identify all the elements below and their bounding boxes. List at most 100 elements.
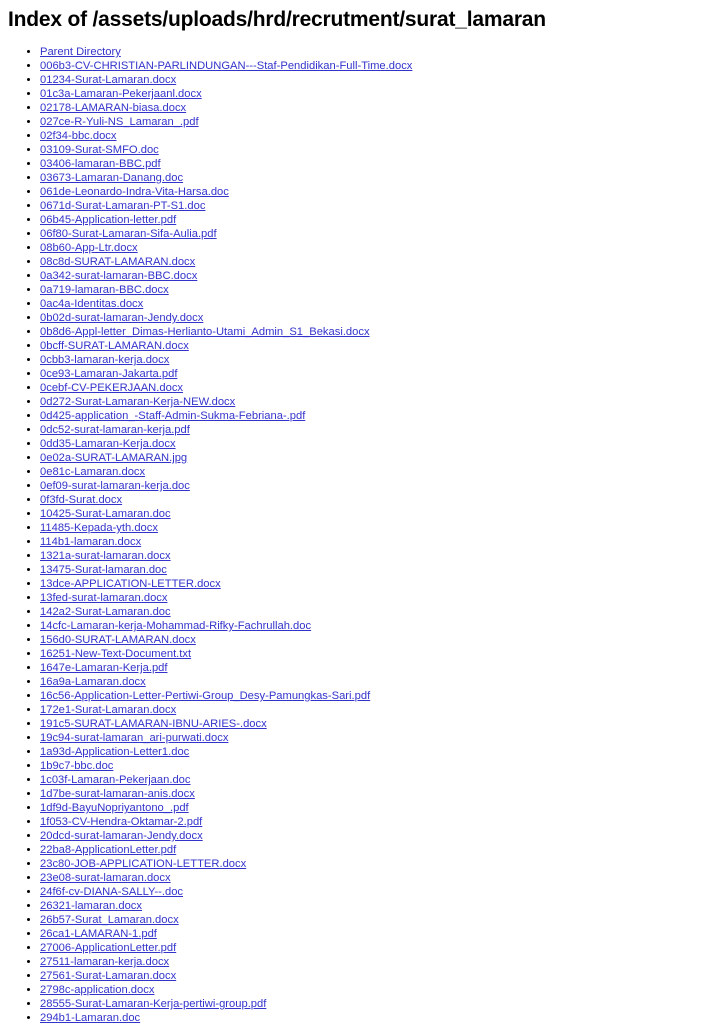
- file-link[interactable]: 26ca1-LAMARAN-1.pdf: [40, 928, 157, 940]
- file-link[interactable]: 26321-lamaran.docx: [40, 900, 142, 912]
- file-link[interactable]: 19c94-surat-lamaran_ari-purwati.docx: [40, 732, 228, 744]
- file-link[interactable]: 114b1-lamaran.docx: [40, 536, 141, 548]
- file-link[interactable]: 10425-Surat-Lamaran.doc: [40, 508, 171, 520]
- list-item: 0dc52-surat-lamaran-kerja.pdf: [40, 423, 720, 437]
- list-item: 27561-Surat-Lamaran.docx: [40, 969, 720, 983]
- file-link[interactable]: 14cfc-Lamaran-kerja-Mohammad-Rifky-Fachr…: [40, 620, 311, 632]
- file-link[interactable]: 0d425-application_-Staff-Admin-Sukma-Feb…: [40, 410, 305, 422]
- file-link[interactable]: 1f053-CV-Hendra-Oktamar-2.pdf: [40, 816, 202, 828]
- list-item: 22ba8-ApplicationLetter.pdf: [40, 843, 720, 857]
- list-item: 027ce-R-Yuli-NS_Lamaran_.pdf: [40, 115, 720, 129]
- file-link[interactable]: 0f3fd-Surat.docx: [40, 494, 122, 506]
- list-item: 156d0-SURAT-LAMARAN.docx: [40, 633, 720, 647]
- file-link[interactable]: 0b8d6-Appl-letter_Dimas-Herlianto-Utami_…: [40, 326, 370, 338]
- file-link[interactable]: 142a2-Surat-Lamaran.doc: [40, 606, 171, 618]
- list-item: 1f053-CV-Hendra-Oktamar-2.pdf: [40, 815, 720, 829]
- file-link[interactable]: 0ce93-Lamaran-Jakarta.pdf: [40, 368, 177, 380]
- list-item: 1df9d-BayuNopriyantono_.pdf: [40, 801, 720, 815]
- file-link[interactable]: 16c56-Application-Letter-Pertiwi-Group_D…: [40, 690, 370, 702]
- list-item: 0cbb3-lamaran-kerja.docx: [40, 353, 720, 367]
- file-link[interactable]: 08b60-App-Ltr.docx: [40, 242, 138, 254]
- file-link[interactable]: 08c8d-SURAT-LAMARAN.docx: [40, 256, 195, 268]
- file-link[interactable]: 1321a-surat-lamaran.docx: [40, 550, 171, 562]
- list-item: 16c56-Application-Letter-Pertiwi-Group_D…: [40, 689, 720, 703]
- file-link[interactable]: 28555-Surat-Lamaran-Kerja-pertiwi-group.…: [40, 998, 266, 1010]
- file-link[interactable]: 02178-LAMARAN-biasa.docx: [40, 102, 186, 114]
- file-link[interactable]: 0dc52-surat-lamaran-kerja.pdf: [40, 424, 190, 436]
- file-link[interactable]: 0d272-Surat-Lamaran-Kerja-NEW.docx: [40, 396, 235, 408]
- file-link[interactable]: 191c5-SURAT-LAMARAN-IBNU-ARIES-.docx: [40, 718, 267, 730]
- list-item: 27006-ApplicationLetter.pdf: [40, 941, 720, 955]
- file-link[interactable]: 16a9a-Lamaran.docx: [40, 676, 146, 688]
- file-link[interactable]: 13475-Surat-lamaran.doc: [40, 564, 167, 576]
- file-link[interactable]: 0e81c-Lamaran.docx: [40, 466, 145, 478]
- file-link[interactable]: 06f80-Surat-Lamaran-Sifa-Aulia.pdf: [40, 228, 217, 240]
- file-link[interactable]: 22ba8-ApplicationLetter.pdf: [40, 844, 176, 856]
- file-link[interactable]: 2798c-application.docx: [40, 984, 154, 996]
- file-link[interactable]: 13dce-APPLICATION-LETTER.docx: [40, 578, 221, 590]
- file-link[interactable]: 294b1-Lamaran.doc: [40, 1012, 140, 1024]
- list-item: 26ca1-LAMARAN-1.pdf: [40, 927, 720, 941]
- file-link[interactable]: 01c3a-Lamaran-Pekerjaanl.docx: [40, 88, 202, 100]
- file-link[interactable]: 1b9c7-bbc.doc: [40, 760, 113, 772]
- file-link[interactable]: 156d0-SURAT-LAMARAN.docx: [40, 634, 196, 646]
- list-item: 13475-Surat-lamaran.doc: [40, 563, 720, 577]
- list-item: 142a2-Surat-Lamaran.doc: [40, 605, 720, 619]
- list-item: 01c3a-Lamaran-Pekerjaanl.docx: [40, 87, 720, 101]
- file-link[interactable]: 03406-lamaran-BBC.pdf: [40, 158, 161, 170]
- file-link[interactable]: 1df9d-BayuNopriyantono_.pdf: [40, 802, 189, 814]
- file-link[interactable]: 061de-Leonardo-Indra-Vita-Harsa.doc: [40, 186, 229, 198]
- file-link[interactable]: 20dcd-surat-lamaran-Jendy.docx: [40, 830, 203, 842]
- file-link[interactable]: 11485-Kepada-yth.docx: [40, 522, 158, 534]
- list-item: 006b3-CV-CHRISTIAN-PARLINDUNGAN---Staf-P…: [40, 59, 720, 73]
- list-item: 03673-Lamaran-Danang.doc: [40, 171, 720, 185]
- file-link[interactable]: 13fed-surat-lamaran.docx: [40, 592, 167, 604]
- list-item: 19c94-surat-lamaran_ari-purwati.docx: [40, 731, 720, 745]
- file-link[interactable]: 027ce-R-Yuli-NS_Lamaran_.pdf: [40, 116, 199, 128]
- file-link[interactable]: 27006-ApplicationLetter.pdf: [40, 942, 176, 954]
- file-link[interactable]: 03673-Lamaran-Danang.doc: [40, 172, 183, 184]
- file-link[interactable]: 27561-Surat-Lamaran.docx: [40, 970, 176, 982]
- file-link[interactable]: 1c03f-Lamaran-Pekerjaan.doc: [40, 774, 191, 786]
- file-link[interactable]: 0e02a-SURAT-LAMARAN.jpg: [40, 452, 187, 464]
- file-link[interactable]: 1d7be-surat-lamaran-anis.docx: [40, 788, 195, 800]
- list-item: 1321a-surat-lamaran.docx: [40, 549, 720, 563]
- list-item: 0ce93-Lamaran-Jakarta.pdf: [40, 367, 720, 381]
- file-link[interactable]: 06b45-Application-letter.pdf: [40, 214, 176, 226]
- list-item: 0a342-surat-lamaran-BBC.docx: [40, 269, 720, 283]
- list-item: 172e1-Surat-Lamaran.docx: [40, 703, 720, 717]
- file-link[interactable]: 0ac4a-Identitas.docx: [40, 298, 143, 310]
- file-link[interactable]: 27511-lamaran-kerja.docx: [40, 956, 169, 968]
- list-item: 27511-lamaran-kerja.docx: [40, 955, 720, 969]
- file-link[interactable]: 0cbb3-lamaran-kerja.docx: [40, 354, 169, 366]
- list-item: 1d7be-surat-lamaran-anis.docx: [40, 787, 720, 801]
- file-link[interactable]: 23c80-JOB-APPLICATION-LETTER.docx: [40, 858, 246, 870]
- file-link[interactable]: 24f6f-cv-DIANA-SALLY--.doc: [40, 886, 183, 898]
- file-link[interactable]: 16251-New-Text-Document.txt: [40, 648, 191, 660]
- list-item: 16a9a-Lamaran.docx: [40, 675, 720, 689]
- file-link[interactable]: 172e1-Surat-Lamaran.docx: [40, 704, 176, 716]
- file-link[interactable]: 26b57-Surat_Lamaran.docx: [40, 914, 179, 926]
- file-link[interactable]: 0dd35-Lamaran-Kerja.docx: [40, 438, 176, 450]
- file-link[interactable]: 0ef09-surat-lamaran-kerja.doc: [40, 480, 190, 492]
- file-link[interactable]: 1647e-Lamaran-Kerja.pdf: [40, 662, 168, 674]
- list-item: 16251-New-Text-Document.txt: [40, 647, 720, 661]
- file-link[interactable]: 0cebf-CV-PEKERJAAN.docx: [40, 382, 183, 394]
- list-item: 13dce-APPLICATION-LETTER.docx: [40, 577, 720, 591]
- file-link[interactable]: 01234-Surat-Lamaran.docx: [40, 74, 176, 86]
- file-link[interactable]: 1a93d-Application-Letter1.doc: [40, 746, 189, 758]
- file-link[interactable]: 23e08-surat-lamaran.docx: [40, 872, 171, 884]
- file-link[interactable]: 006b3-CV-CHRISTIAN-PARLINDUNGAN---Staf-P…: [40, 60, 412, 72]
- list-item: 0d425-application_-Staff-Admin-Sukma-Feb…: [40, 409, 720, 423]
- list-item: 0b8d6-Appl-letter_Dimas-Herlianto-Utami_…: [40, 325, 720, 339]
- file-link[interactable]: 02f34-bbc.docx: [40, 130, 117, 142]
- file-link[interactable]: 03109-Surat-SMFO.doc: [40, 144, 159, 156]
- parent-directory-link[interactable]: Parent Directory: [40, 46, 121, 58]
- directory-index-page: Index of /assets/uploads/hrd/recrutment/…: [0, 0, 720, 1025]
- file-link[interactable]: 0671d-Surat-Lamaran-PT-S1.doc: [40, 200, 205, 212]
- file-link[interactable]: 0b02d-surat-lamaran-Jendy.docx: [40, 312, 203, 324]
- file-link[interactable]: 0a342-surat-lamaran-BBC.docx: [40, 270, 197, 282]
- file-link[interactable]: 0bcff-SURAT-LAMARAN.docx: [40, 340, 189, 352]
- list-item: 0dd35-Lamaran-Kerja.docx: [40, 437, 720, 451]
- file-link[interactable]: 0a719-lamaran-BBC.docx: [40, 284, 169, 296]
